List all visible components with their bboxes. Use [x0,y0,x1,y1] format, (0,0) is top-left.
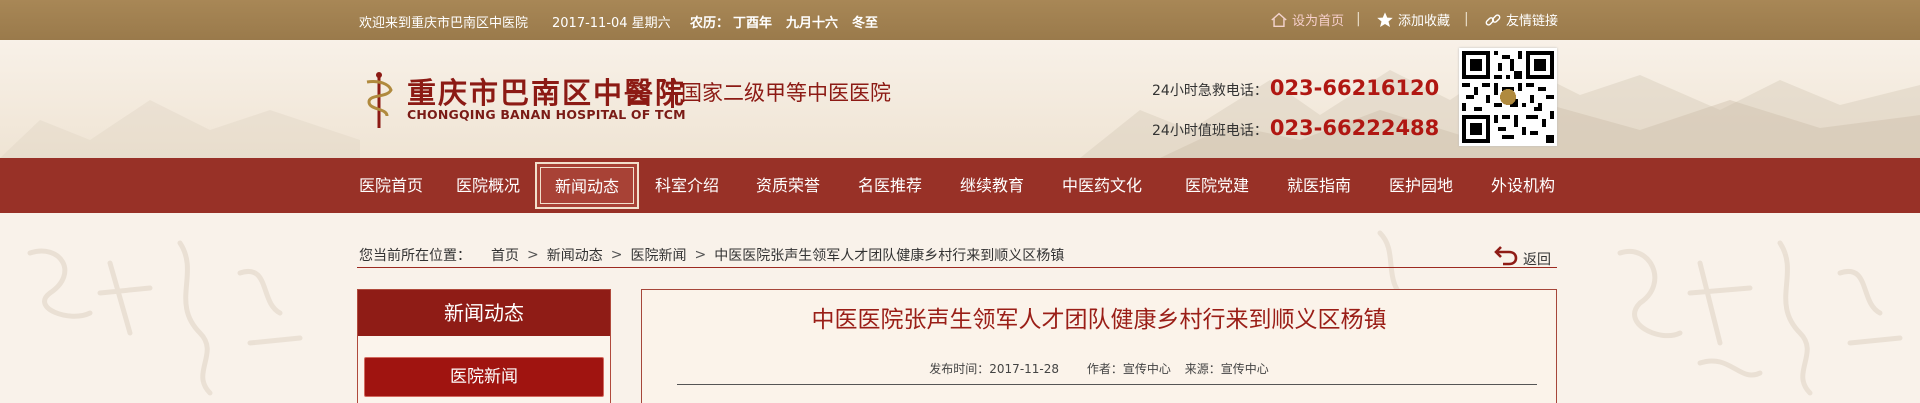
chevron-right-icon: > [527,247,539,263]
divider: | [1464,11,1469,27]
chevron-right-icon: > [610,247,623,263]
nav-item-overview[interactable]: 医院概况 [456,158,520,213]
article-divider [677,384,1537,385]
friend-links-label: 友情链接 [1506,14,1559,29]
breadcrumb-label: 您当前所在位置： [359,248,471,264]
qr-code [1459,48,1557,146]
breadcrumb-home[interactable]: 首页 [491,245,519,265]
duty-number: 023-66222488 [1269,116,1440,140]
link-icon [1485,13,1501,26]
back-label: 返回 [1523,252,1551,268]
logo-english-name: CHONGQING BANAN HOSPITAL OF TCM [407,107,686,122]
main-nav: 医院首页 医院概况 新闻动态 科室介绍 资质荣誉 名医推荐 继续教育 中医药文化… [0,158,1920,213]
site-header: 重庆市巴南区中醫院 CHONGQING BANAN HOSPITAL OF TC… [0,40,1920,158]
sidebar: 新闻动态 医院新闻 [357,289,611,403]
hospital-grade: 国家二级甲等中医医院 [681,81,891,105]
nav-item-tcm-culture[interactable]: 中医药文化 [1062,158,1142,213]
logo-chinese-name: 重庆市巴南区中醫院 [407,76,687,110]
current-date: 2017-11-04 星期六 [552,16,671,31]
sidebar-title: 新闻动态 [358,290,610,336]
nav-item-honors[interactable]: 资质荣誉 [756,158,820,213]
content-area: 您当前所在位置： 首页 > 新闻动态 > 医院新闻 > 中医医院张声生领军人才团… [0,213,1920,403]
breadcrumb-news[interactable]: 新闻动态 [547,245,603,265]
chevron-right-icon: > [694,247,707,263]
set-homepage-label: 设为首页 [1292,14,1345,29]
qr-code-icon [1462,51,1554,143]
nav-item-home[interactable]: 医院首页 [359,158,423,213]
solar-term: 冬至 [852,16,879,31]
nav-item-branches[interactable]: 外设机构 [1491,158,1555,213]
duty-hotline: 24小时值班电话： 023-66222488 [1152,116,1439,140]
nav-item-guide[interactable]: 就医指南 [1287,158,1351,213]
article-meta: 发布时间：2017-11-28 作者：宣传中心 来源：宣传中心 [642,360,1556,377]
publish-time: 发布时间：2017-11-28 [929,362,1060,376]
nav-item-news[interactable]: 新闻动态 [535,162,640,209]
article-author: 作者：宣传中心 [1086,362,1171,376]
add-favorite-label: 添加收藏 [1398,14,1451,29]
duty-label: 24小时值班电话： [1152,123,1268,139]
nav-item-party[interactable]: 医院党建 [1185,158,1249,213]
lunar-day: 九月十六 [786,16,839,31]
star-icon [1377,11,1393,27]
logo-divider [671,78,674,108]
article-title: 中医医院张声生领军人才团队健康乡村行来到顺义区杨镇 [811,307,1387,333]
back-button[interactable]: 返回 [1493,241,1551,269]
divider: | [1356,11,1361,27]
nav-item-staff[interactable]: 医护园地 [1389,158,1453,213]
breadcrumb-divider [357,267,1557,268]
breadcrumb-current: 中医医院张声生领军人才团队健康乡村行来到顺义区杨镇 [714,248,1065,264]
friend-links-link[interactable]: 友情链接 [1484,10,1558,29]
lunar-calendar: 农历： 丁酉年 九月十六 冬至 [690,12,892,31]
nav-item-education[interactable]: 继续教育 [960,158,1024,213]
nav-item-departments[interactable]: 科室介绍 [655,158,719,213]
emergency-number: 023-66216120 [1269,76,1440,100]
top-bar: 欢迎来到重庆市巴南区中医院 2017-11-04 星期六 农历： 丁酉年 九月十六冬… [0,0,1920,40]
home-icon [1271,12,1287,27]
lunar-label: 农历： [690,16,730,31]
set-homepage-link[interactable]: 设为首页 [1270,10,1344,29]
mountain-background [0,100,360,158]
nav-item-doctors[interactable]: 名医推荐 [858,158,922,213]
caduceus-logo-icon [366,72,393,128]
article-source: 来源：宣传中心 [1184,362,1269,376]
welcome-text: 欢迎来到重庆市巴南区中医院 [359,16,529,31]
lunar-year: 丁酉年 [733,16,773,31]
back-arrow-icon [1494,246,1518,266]
breadcrumb-hospital-news[interactable]: 医院新闻 [630,245,686,265]
breadcrumb: 您当前所在位置： 首页 > 新闻动态 > 医院新闻 > 中医医院张声生领军人才团… [359,245,1066,265]
emergency-label: 24小时急救电话： [1152,83,1268,99]
sidebar-item-hospital-news[interactable]: 医院新闻 [364,357,604,397]
hospital-logo[interactable]: 重庆市巴南区中醫院 CHONGQING BANAN HOSPITAL OF TC… [357,70,932,130]
add-favorite-link[interactable]: 添加收藏 [1376,10,1450,29]
article-panel: 中医医院张声生领军人才团队健康乡村行来到顺义区杨镇 发布时间：2017-11-2… [641,289,1557,403]
emergency-hotline: 24小时急救电话： 023-66216120 [1152,76,1439,100]
